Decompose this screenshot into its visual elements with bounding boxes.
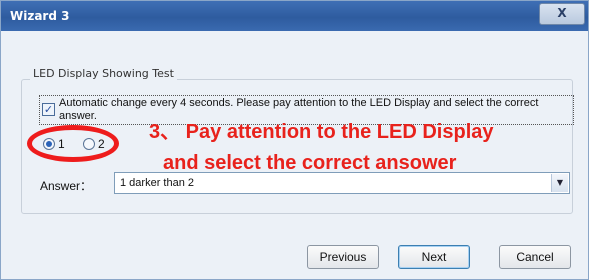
chevron-down-icon: ▼	[556, 178, 564, 187]
dropdown-arrow-button[interactable]: ▼	[551, 174, 568, 192]
wizard-window: Wizard 3 X LED Display Showing Test ✓ Au…	[0, 0, 589, 280]
answer-selected-value: 1 darker than 2	[120, 177, 194, 189]
check-icon: ✓	[43, 103, 54, 116]
title-bar[interactable]: Wizard 3 X	[1, 1, 588, 31]
annotation-line-1: 3、 Pay attention to the LED Display	[149, 121, 494, 143]
group-title: LED Display Showing Test	[30, 67, 177, 80]
previous-button[interactable]: Previous	[307, 245, 379, 269]
close-icon: X	[557, 6, 567, 20]
next-button[interactable]: Next	[398, 245, 470, 269]
answer-label: Answer：	[40, 179, 93, 193]
highlight-ellipse	[27, 125, 119, 162]
cancel-button[interactable]: Cancel	[499, 245, 571, 269]
window-title: Wizard 3	[10, 9, 70, 23]
close-button[interactable]: X	[539, 3, 585, 25]
answer-dropdown[interactable]: 1 darker than 2 ▼	[114, 172, 570, 194]
auto-change-checkbox[interactable]: ✓	[42, 103, 55, 116]
